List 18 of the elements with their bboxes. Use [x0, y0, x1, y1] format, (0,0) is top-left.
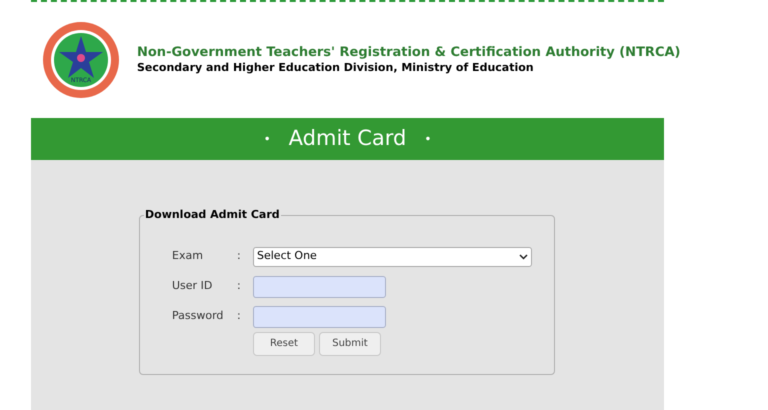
- organization-subtitle: Secondary and Higher Education Division, Ministry of Education: [137, 61, 535, 75]
- chevron-down-icon: [519, 254, 528, 260]
- page-title: Admit Card: [288, 125, 406, 152]
- user-id-field[interactable]: [253, 276, 386, 298]
- field-label: Password: [172, 308, 224, 324]
- field-label: User ID: [172, 278, 214, 294]
- colon-separator: :: [237, 278, 242, 294]
- bullet-mark: •: [264, 131, 271, 148]
- exam-dropdown[interactable]: Select One: [253, 246, 532, 266]
- field-label: Exam: [172, 248, 204, 264]
- bullet-mark: •: [424, 131, 432, 148]
- colon-separator: :: [237, 248, 242, 264]
- form-legend: Download Admit Card: [144, 207, 281, 224]
- organization-title: Non-Government Teachers' Registration & Certification Authority (NTRCA): [137, 45, 680, 61]
- form-button[interactable]: Reset: [253, 332, 315, 356]
- password-field[interactable]: [253, 306, 386, 328]
- form-button[interactable]: Submit: [319, 332, 381, 356]
- colon-separator: :: [237, 308, 242, 324]
